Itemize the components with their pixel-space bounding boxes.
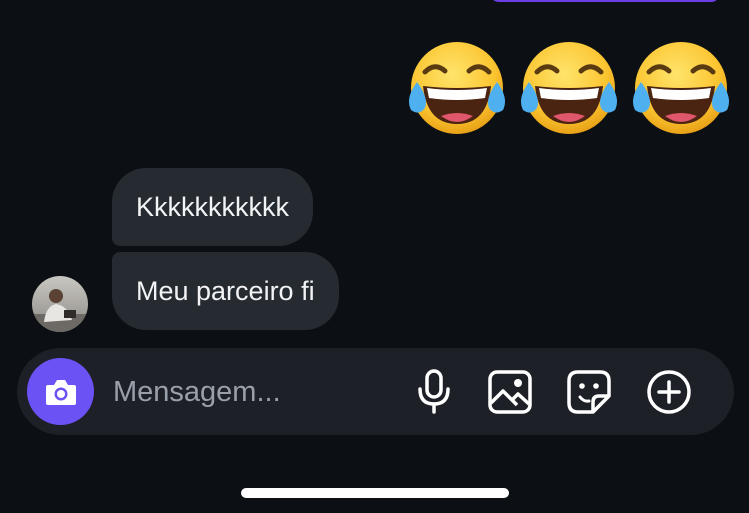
camera-icon <box>45 379 76 405</box>
camera-button[interactable] <box>27 358 94 425</box>
plus-circle-icon <box>647 370 691 414</box>
sent-emoji-message[interactable] <box>407 38 731 138</box>
face-with-tears-of-joy-icon <box>633 42 729 134</box>
microphone-icon <box>418 369 450 414</box>
user-avatar-photo <box>32 276 88 332</box>
message-input[interactable] <box>113 370 393 414</box>
message-text: Meu parceiro fi <box>136 275 315 306</box>
image-icon <box>488 370 532 414</box>
voice-message-button[interactable] <box>410 368 458 416</box>
home-indicator[interactable] <box>241 488 509 498</box>
chat-screen: Kkkkkkkkkkk Meu parceiro fi <box>0 0 749 513</box>
sender-avatar[interactable] <box>32 276 88 332</box>
message-composer <box>17 348 734 435</box>
sent-message-bubble-edge[interactable] <box>490 0 720 2</box>
face-with-tears-of-joy-icon <box>521 42 617 134</box>
sticker-button[interactable] <box>565 368 613 416</box>
received-message-bubble[interactable]: Meu parceiro fi <box>112 252 339 330</box>
face-with-tears-of-joy-icon <box>409 42 505 134</box>
received-message-bubble[interactable]: Kkkkkkkkkkk <box>112 168 314 246</box>
sticker-icon <box>567 370 611 414</box>
gallery-button[interactable] <box>486 368 534 416</box>
message-text: Kkkkkkkkkkk <box>136 191 290 222</box>
more-options-button[interactable] <box>645 368 693 416</box>
